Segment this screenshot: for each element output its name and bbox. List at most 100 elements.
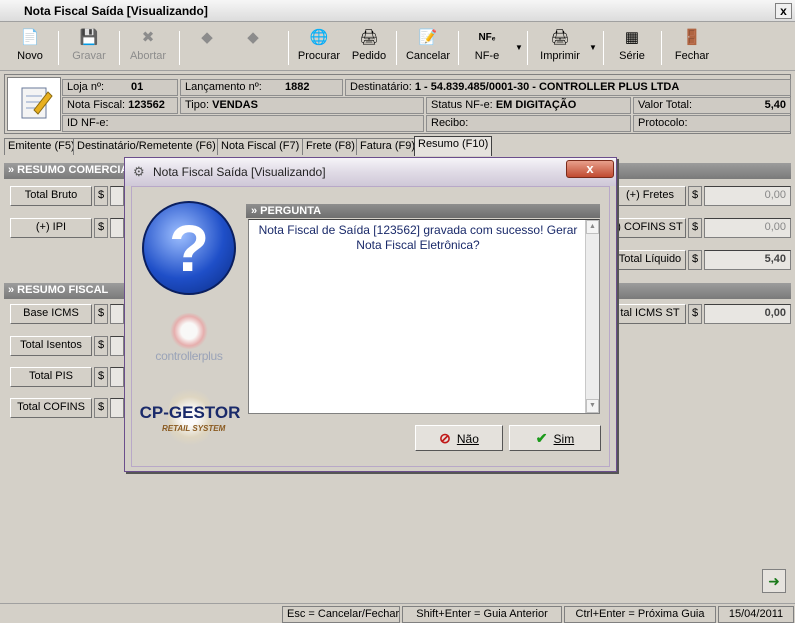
main-window: Nota Fiscal Saída [Visualizando] x 📄 Nov…: [0, 0, 795, 623]
cofins-st-input[interactable]: 0,00: [704, 218, 791, 238]
protocolo-field: Protocolo:: [633, 115, 791, 132]
id-nfe-field: ID NF-e:: [62, 115, 424, 132]
dialog-message: Nota Fiscal de Saída [123562] gravada co…: [258, 223, 578, 252]
novo-button[interactable]: 📄 Novo: [8, 27, 52, 67]
currency-label: $: [94, 398, 108, 418]
status-ctrl: Ctrl+Enter = Próxima Guia: [564, 606, 716, 623]
scroll-down-icon[interactable]: ▼: [586, 399, 599, 413]
window-close-button[interactable]: x: [775, 3, 792, 19]
base-icms-button[interactable]: Base ICMS: [10, 304, 92, 324]
serie-button[interactable]: ▦ Série: [614, 27, 650, 67]
abortar-button[interactable]: ✖ Abortar: [124, 27, 172, 67]
destinatario-field: Destinatário: 1 - 54.839.485/0001-30 - C…: [345, 79, 791, 96]
dialog-body: ? controllerplus CP-GESTOR RETAIL SYSTEM…: [131, 186, 610, 467]
message-scrollbar[interactable]: ▲ ▼: [585, 220, 599, 413]
currency-label: $: [688, 250, 702, 270]
app-gear-icon: ⚙: [133, 164, 145, 179]
cp-gestor-logo: CP-GESTOR RETAIL SYSTEM: [138, 383, 242, 451]
confirm-dialog: ⚙ Nota Fiscal Saída [Visualizando] x ? c…: [124, 157, 617, 472]
series-grid-icon: ▦: [624, 29, 640, 46]
scroll-up-icon[interactable]: ▲: [586, 220, 599, 234]
status-esc: Esc = Cancelar/Fechar: [282, 606, 400, 623]
total-isentos-button[interactable]: Total Isentos: [10, 336, 92, 356]
status-shift: Shift+Enter = Guia Anterior: [402, 606, 562, 623]
controllerplus-swirl-icon: [169, 313, 209, 349]
tab-frete[interactable]: Frete (F8): [302, 138, 359, 155]
cancelar-button[interactable]: 📝 Cancelar: [402, 27, 454, 67]
window-titlebar: Nota Fiscal Saída [Visualizando] x: [0, 0, 795, 22]
controllerplus-logo: controllerplus: [142, 313, 236, 373]
printer-order-icon: 🖨: [359, 29, 379, 46]
total-cofins-button[interactable]: Total COFINS: [10, 398, 92, 418]
lancamento-field: Lançamento nº: 1882: [180, 79, 343, 96]
currency-label: $: [94, 336, 108, 356]
total-bruto-button[interactable]: Total Bruto: [10, 186, 92, 206]
fechar-button[interactable]: 🚪 Fechar: [670, 27, 714, 67]
dialog-title: Nota Fiscal Saída [Visualizando]: [153, 165, 326, 179]
tab-destinatario[interactable]: Destinatário/Remetente (F6): [73, 138, 220, 155]
tab-emitente[interactable]: Emitente (F5): [4, 138, 79, 155]
printer-icon: 🖨: [550, 29, 570, 46]
total-pis-button[interactable]: Total PIS: [10, 367, 92, 387]
dialog-close-button[interactable]: x: [566, 160, 614, 178]
loja-field: Loja nº: 01: [62, 79, 178, 96]
erase-button[interactable]: ◆: [192, 27, 222, 67]
globe-search-icon: 🌐: [309, 29, 329, 46]
cofins-st-button[interactable]: ) COFINS ST: [614, 218, 686, 238]
total-pis-input[interactable]: [110, 367, 124, 387]
currency-label: $: [94, 218, 108, 238]
tab-fatura[interactable]: Fatura (F9): [356, 138, 420, 155]
eraser-icon: ◆: [201, 29, 213, 46]
dialog-titlebar: ⚙ Nota Fiscal Saída [Visualizando] x: [125, 158, 616, 186]
total-bruto-input[interactable]: [110, 186, 124, 206]
ipi-button[interactable]: (+) IPI: [10, 218, 92, 238]
fretes-button[interactable]: (+) Fretes: [614, 186, 686, 206]
nfe-icon: NFₑ: [478, 32, 496, 43]
header-panel: Loja nº: 01 Lançamento nº: 1882 Destinatár…: [4, 74, 791, 134]
procurar-button[interactable]: 🌐 Procurar: [294, 27, 344, 67]
next-arrow-icon[interactable]: ➜: [762, 569, 786, 593]
nota-fiscal-field: Nota Fiscal: 123562: [62, 97, 178, 114]
recibo-field: Recibo:: [426, 115, 631, 132]
total-icms-st-button[interactable]: tal ICMS ST: [614, 304, 686, 324]
tipo-field: Tipo: VENDAS: [180, 97, 424, 114]
erase-all-button[interactable]: ◆: [238, 27, 268, 67]
total-cofins-input[interactable]: [110, 398, 124, 418]
total-liquido-button[interactable]: Total Líquido: [614, 250, 686, 270]
sim-button[interactable]: ✔ Sim: [509, 425, 601, 451]
nfe-dropdown-arrow-icon[interactable]: ▼: [515, 43, 523, 52]
imprimir-dropdown-arrow-icon[interactable]: ▼: [589, 43, 597, 52]
document-edit-icon: [7, 77, 61, 131]
status-bar: Esc = Cancelar/Fechar Shift+Enter = Guia…: [0, 603, 795, 623]
fretes-input[interactable]: 0,00: [704, 186, 791, 206]
new-document-icon: 📄: [20, 29, 40, 46]
status-nfe-field: Status NF-e: EM DIGITAÇÃO: [426, 97, 631, 114]
currency-label: $: [688, 186, 702, 206]
toolbar: 📄 Novo 💾 Gravar ✖ Abortar ◆ ◆ 🌐 Procurar…: [0, 23, 795, 71]
save-disk-icon: 💾: [79, 29, 99, 46]
total-liquido-input[interactable]: 5,40: [704, 250, 791, 270]
tab-nota-fiscal[interactable]: Nota Fiscal (F7): [217, 138, 304, 155]
check-icon: ✔: [535, 430, 548, 446]
currency-label: $: [94, 367, 108, 387]
message-box: Nota Fiscal de Saída [123562] gravada co…: [248, 219, 600, 414]
tab-resumo[interactable]: Resumo (F10): [414, 136, 493, 156]
gravar-button[interactable]: 💾 Gravar: [64, 27, 114, 67]
base-icms-input[interactable]: [110, 304, 124, 324]
currency-label: $: [688, 304, 702, 324]
ipi-input[interactable]: [110, 218, 124, 238]
nfe-button[interactable]: NFₑ NF-e: [466, 27, 508, 67]
pergunta-header: » PERGUNTA: [246, 204, 600, 218]
tab-bar: Emitente (F5) Destinatário/Remetente (F6…: [0, 136, 795, 156]
imprimir-button[interactable]: 🖨 Imprimir: [536, 27, 584, 67]
question-mark-icon: ?: [142, 201, 236, 295]
total-icms-st-input[interactable]: 0,00: [704, 304, 791, 324]
currency-label: $: [94, 186, 108, 206]
window-title: Nota Fiscal Saída [Visualizando]: [24, 4, 208, 18]
no-circle-icon: ⊘: [439, 430, 451, 446]
cancel-document-icon: 📝: [418, 29, 438, 46]
total-isentos-input[interactable]: [110, 336, 124, 356]
exit-door-icon: 🚪: [682, 29, 702, 46]
nao-button[interactable]: ⊘ Não: [415, 425, 503, 451]
pedido-button[interactable]: 🖨 Pedido: [346, 27, 392, 67]
